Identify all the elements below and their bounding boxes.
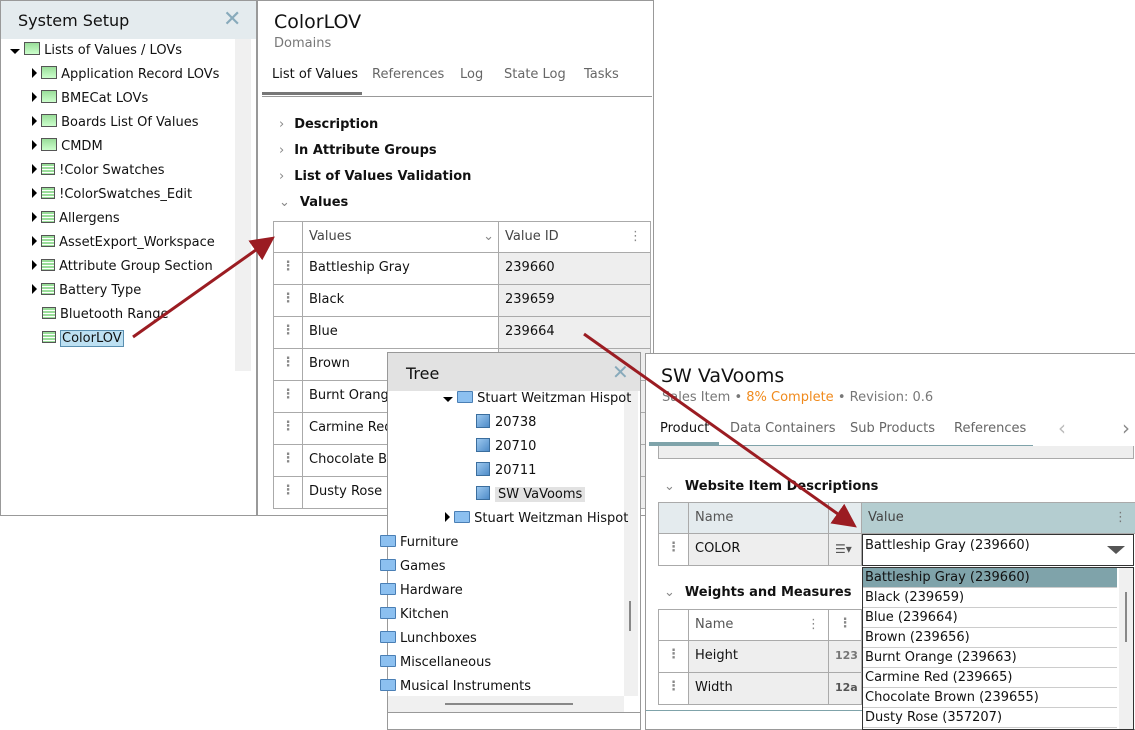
annotation-arrows bbox=[132, 236, 857, 528]
arrow-colorlov-to-values bbox=[132, 236, 275, 339]
arrow-values-to-color-attribute bbox=[583, 332, 857, 528]
